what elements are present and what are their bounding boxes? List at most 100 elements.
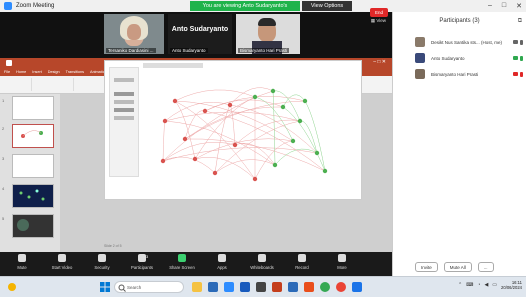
- mic-status-icon[interactable]: [520, 39, 523, 45]
- store-icon[interactable]: [208, 282, 218, 292]
- battery-icon[interactable]: ▭: [492, 282, 497, 288]
- ppt-tab[interactable]: Transitions: [66, 68, 84, 76]
- share-screen-icon: [178, 254, 186, 262]
- chevron-up-icon[interactable]: ⌃: [458, 282, 462, 288]
- participant-name: Bismaryanto Hari Prasti: [431, 71, 479, 77]
- toolbar-security-button[interactable]: Security: [84, 254, 120, 270]
- video-name-tag: Bismaryanto Hari Prasti: [238, 48, 290, 53]
- toolbar-whiteboards-button[interactable]: Whiteboards: [244, 254, 280, 270]
- ppt-tab[interactable]: Home: [16, 68, 26, 76]
- clipboard-group[interactable]: [2, 78, 32, 91]
- video-status-icon[interactable]: [513, 72, 518, 76]
- clock[interactable]: 16:11 20/06/2024: [501, 280, 522, 290]
- minimize-icon[interactable]: –: [488, 2, 492, 10]
- volume-icon[interactable]: ◀: [484, 282, 488, 288]
- end-button[interactable]: End: [370, 8, 388, 17]
- participant-row[interactable]: Bismaryanto Hari Prasti: [415, 68, 523, 80]
- clock-date: 20/06/2024: [501, 285, 522, 290]
- maximize-icon[interactable]: □: [502, 2, 506, 10]
- slide-thumbnail[interactable]: [12, 184, 54, 208]
- graph-node: [272, 162, 278, 168]
- toolbar-label: Apps: [217, 265, 227, 270]
- participants-count-badge: 3: [146, 254, 149, 259]
- ppt-tab[interactable]: Insert: [32, 68, 42, 76]
- app-icon[interactable]: [352, 282, 362, 292]
- video-tile[interactable]: Bismaryanto Hari Prasti: [236, 14, 300, 54]
- participants-title: Participants (3): [439, 18, 480, 24]
- toolbar-label: Participants: [131, 265, 153, 270]
- ppt-tab[interactable]: Design: [48, 68, 60, 76]
- graph-edge: [162, 156, 216, 174]
- apps-icon: [218, 254, 226, 262]
- taskbar-search[interactable]: Search: [114, 281, 184, 293]
- participant-status: [513, 71, 523, 77]
- video-tile[interactable]: Anto Sudaryanto Anto Sudaryanto: [168, 14, 232, 54]
- participants-actions: Invite Mute All ...: [415, 262, 494, 272]
- app-icon[interactable]: [288, 282, 298, 292]
- mute-all-button[interactable]: Mute All: [443, 262, 472, 272]
- slide-thumbnail[interactable]: [12, 154, 54, 178]
- video-name-tag: Tersaniko Dardiasini ...: [106, 48, 156, 53]
- avatar: [415, 37, 425, 47]
- system-tray: ⌃ ⌨ ◔ ◀ ▭ 16:11 20/06/2024: [458, 280, 522, 290]
- app-icon[interactable]: [256, 282, 266, 292]
- toolbar-apps-button[interactable]: Apps: [204, 254, 240, 270]
- close-icon[interactable]: ✕: [516, 2, 522, 10]
- graph-edge: [162, 120, 166, 162]
- slide-number: 4: [2, 186, 5, 191]
- zoom-taskbar-icon[interactable]: [224, 282, 234, 292]
- app-icon[interactable]: [304, 282, 314, 292]
- windows-taskbar: Search ⌃ ⌨ ◔ ◀ ▭ 16:11 20/06/2024: [0, 276, 526, 297]
- video-strip: Tersaniko Dardiasini ... Anto Sudaryanto…: [0, 12, 392, 58]
- more-options-button[interactable]: ...: [477, 262, 494, 272]
- view-label: View: [376, 18, 386, 23]
- avatar: [415, 69, 425, 79]
- lang-icon[interactable]: ⌨: [466, 282, 473, 288]
- toolbar-mute-button[interactable]: Mute: [4, 254, 40, 270]
- video-camera-icon: [58, 254, 66, 262]
- slide-thumbnail[interactable]: [12, 96, 54, 120]
- powerpoint-icon[interactable]: [272, 282, 282, 292]
- toolbar-record-button[interactable]: Record: [284, 254, 320, 270]
- avatar: [415, 53, 425, 63]
- wifi-icon[interactable]: ◔: [477, 282, 480, 288]
- graph-node: [162, 118, 168, 124]
- toolbar-start-video-button[interactable]: Start Video: [44, 254, 80, 270]
- slide-thumbnail[interactable]: [12, 214, 54, 238]
- view-options-button[interactable]: View Options: [302, 1, 352, 11]
- video-status-icon[interactable]: [513, 56, 518, 60]
- graph-edge: [254, 140, 294, 180]
- graph-node: [232, 142, 238, 148]
- slides-group[interactable]: [34, 78, 74, 91]
- mic-icon: [18, 254, 26, 262]
- chrome-icon[interactable]: [320, 282, 330, 292]
- toolbar-more-button[interactable]: More: [324, 254, 360, 270]
- mic-status-icon[interactable]: [520, 71, 523, 77]
- graph-edge: [274, 148, 318, 166]
- participant-row[interactable]: Anto Sudaryanto: [415, 52, 523, 64]
- graph-node: [202, 108, 208, 114]
- video-status-icon[interactable]: [513, 40, 518, 44]
- word-icon[interactable]: [240, 282, 250, 292]
- invite-button[interactable]: Invite: [415, 262, 438, 272]
- slide-thumbnail-selected[interactable]: [12, 124, 54, 148]
- participant-name: Anto Sudaryanto: [431, 55, 465, 61]
- graph-node: [252, 176, 258, 182]
- start-icon[interactable]: [100, 282, 110, 292]
- video-name-tag: Anto Sudaryanto: [170, 48, 208, 53]
- share-banner-text: You are viewing Anto Sudaryanto's screen: [190, 1, 300, 19]
- toolbar-share-screen-button[interactable]: Share Screen: [164, 254, 200, 270]
- mic-status-icon[interactable]: [520, 55, 523, 61]
- ppt-tab[interactable]: File: [4, 68, 10, 76]
- app-icon[interactable]: [336, 282, 346, 292]
- file-explorer-icon[interactable]: [192, 282, 202, 292]
- weather-icon[interactable]: [6, 281, 18, 293]
- video-tile[interactable]: Tersaniko Dardiasini ...: [104, 14, 164, 54]
- ppt-window-controls[interactable]: – □ ✕: [373, 59, 386, 65]
- toolbar-participants-button[interactable]: Participants 3: [124, 254, 160, 270]
- participant-row[interactable]: Desikt Nus Santika sts... (Host, me): [415, 36, 523, 48]
- slide-canvas[interactable]: [104, 60, 362, 200]
- graph-node: [172, 98, 178, 104]
- view-button[interactable]: ▦ View: [371, 18, 386, 24]
- panel-popout-icon[interactable]: ⧉: [518, 18, 522, 25]
